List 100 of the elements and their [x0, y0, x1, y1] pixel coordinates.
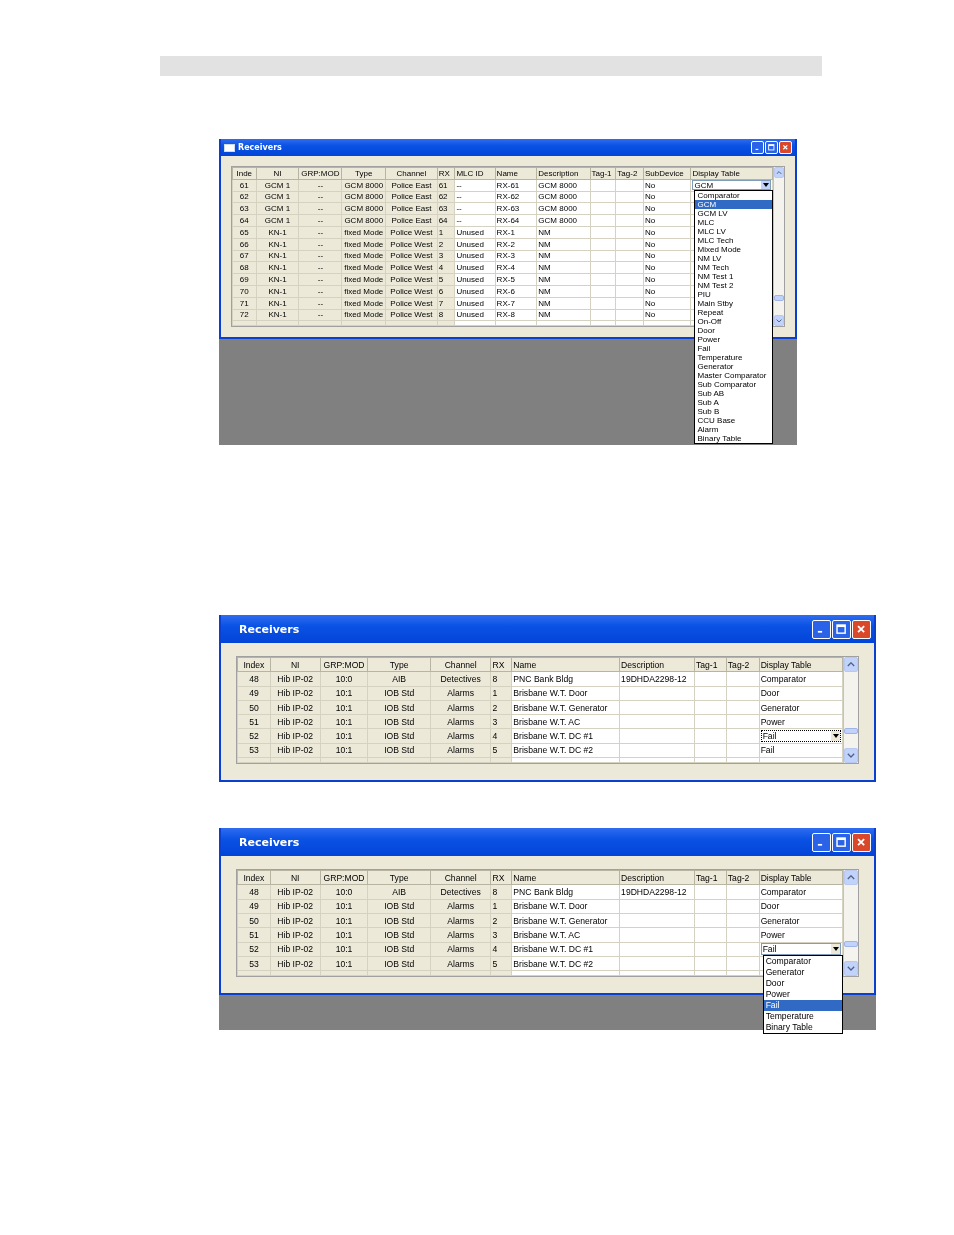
table-cell: NM: [536, 250, 591, 262]
column-header[interactable]: Inde: [232, 167, 257, 180]
table-cell: RX-3: [495, 250, 537, 262]
dropdown-field[interactable]: GCM: [692, 180, 772, 191]
table-cell: No: [643, 309, 691, 321]
table-cell: Police East: [385, 191, 438, 203]
table-cell: KN-1: [256, 250, 299, 262]
table-cell: 4: [437, 261, 455, 274]
scrollbar[interactable]: [773, 167, 784, 327]
scroll-down-icon: [776, 319, 783, 323]
column-header[interactable]: MLC ID: [454, 167, 496, 180]
maximize-icon: [768, 144, 775, 151]
table-cell: 61: [437, 179, 455, 192]
maximize-icon: [836, 837, 847, 848]
table-cell: GCM 8000: [341, 191, 386, 203]
table-cell: 63: [437, 202, 455, 215]
table-cell: NM: [536, 309, 591, 321]
column-header[interactable]: RX: [491, 657, 512, 672]
column-header[interactable]: RX: [491, 870, 512, 885]
column-header[interactable]: Type: [341, 167, 386, 180]
close-icon: [856, 837, 867, 848]
column-header[interactable]: Channel: [385, 167, 438, 180]
column-header[interactable]: SubDevice: [643, 167, 691, 180]
table-cell: 3: [437, 250, 455, 262]
column-header[interactable]: Tag-1: [590, 167, 616, 180]
close-icon: [782, 144, 789, 151]
close-button[interactable]: [779, 141, 792, 154]
table-cell: --: [454, 191, 496, 203]
column-header[interactable]: GRP:MOD: [320, 657, 368, 672]
table-cell: No: [643, 191, 691, 203]
table-cell: 62: [437, 191, 455, 203]
dropdown-arrow-icon: [762, 183, 769, 188]
column-header[interactable]: Channel: [430, 870, 491, 885]
column-header[interactable]: Display Table: [691, 167, 773, 180]
column-header[interactable]: Index: [237, 870, 271, 885]
scroll-up-icon: [847, 875, 856, 880]
close-icon: [856, 623, 867, 635]
scroll-thumb[interactable]: [844, 941, 858, 948]
table-cell: --: [298, 191, 342, 203]
table-cell: --: [298, 309, 342, 321]
column-header[interactable]: GRP:MOD: [320, 870, 368, 885]
table-cell: RX-8: [495, 309, 537, 321]
column-header[interactable]: Description: [536, 167, 591, 180]
scroll-thumb[interactable]: [844, 728, 858, 735]
minimize-button[interactable]: [812, 832, 831, 852]
close-button[interactable]: [852, 619, 871, 639]
table-cell: GCM 8000: [536, 191, 591, 203]
column-header[interactable]: Type: [368, 870, 431, 885]
dropdown-option[interactable]: GCM: [695, 199, 773, 209]
column-header[interactable]: NI: [270, 870, 321, 885]
column-header[interactable]: Tag-1: [694, 657, 727, 672]
column-header[interactable]: Tag-2: [726, 657, 760, 672]
column-header[interactable]: Description: [619, 657, 695, 672]
column-header[interactable]: Type: [368, 657, 431, 672]
dropdown-arrow-icon: [832, 947, 839, 952]
column-header[interactable]: Tag-2: [615, 167, 644, 180]
column-header[interactable]: Display Table: [759, 657, 843, 672]
close-button[interactable]: [852, 832, 871, 852]
dropdown-arrow-icon: [832, 734, 839, 739]
column-header[interactable]: Name: [495, 167, 537, 180]
column-header[interactable]: Tag-2: [726, 870, 760, 885]
table-cell: 72: [232, 309, 257, 321]
window-title: Receivers: [238, 143, 282, 152]
table-cell: 7: [437, 297, 455, 310]
table-cell: Police West: [385, 250, 438, 262]
dropdown-field[interactable]: Fail: [760, 730, 842, 743]
column-header[interactable]: NI: [256, 167, 299, 180]
column-header[interactable]: Name: [511, 657, 620, 672]
minimize-button[interactable]: [812, 619, 831, 639]
window-icon: [224, 143, 235, 152]
maximize-button[interactable]: [832, 619, 851, 639]
scroll-down-icon: [847, 966, 856, 972]
table-cell: 6: [437, 285, 455, 298]
scroll-up-icon: [776, 170, 783, 175]
column-header[interactable]: Channel: [430, 657, 491, 672]
maximize-icon: [836, 623, 847, 635]
dropdown-option[interactable]: Fail: [763, 999, 843, 1011]
table-cell: Unused: [454, 250, 496, 262]
scroll-thumb[interactable]: [774, 295, 784, 302]
column-header[interactable]: Tag-1: [694, 870, 727, 885]
maximize-button[interactable]: [832, 832, 851, 852]
dropdown-field[interactable]: Fail: [760, 943, 842, 956]
table-cell: KN-1: [256, 309, 299, 321]
scrollbar[interactable]: [843, 870, 858, 977]
table-cell: 8: [437, 309, 455, 321]
column-header[interactable]: NI: [270, 657, 321, 672]
table-cell: Police West: [385, 309, 438, 321]
column-header[interactable]: GRP:MOD: [298, 167, 342, 180]
column-header[interactable]: Display Table: [759, 870, 843, 885]
table-cell: 1: [437, 226, 455, 239]
minimize-button[interactable]: [751, 141, 764, 154]
scrollbar[interactable]: [843, 657, 858, 764]
column-header[interactable]: Name: [511, 870, 620, 885]
maximize-button[interactable]: [765, 141, 778, 154]
table-cell: fixed Mode: [341, 309, 386, 321]
table-cell: 2: [437, 238, 455, 251]
table-cell: RX-62: [495, 191, 537, 203]
table-cell: fixed Mode: [341, 250, 386, 262]
column-header[interactable]: Description: [619, 870, 695, 885]
column-header[interactable]: Index: [237, 657, 271, 672]
